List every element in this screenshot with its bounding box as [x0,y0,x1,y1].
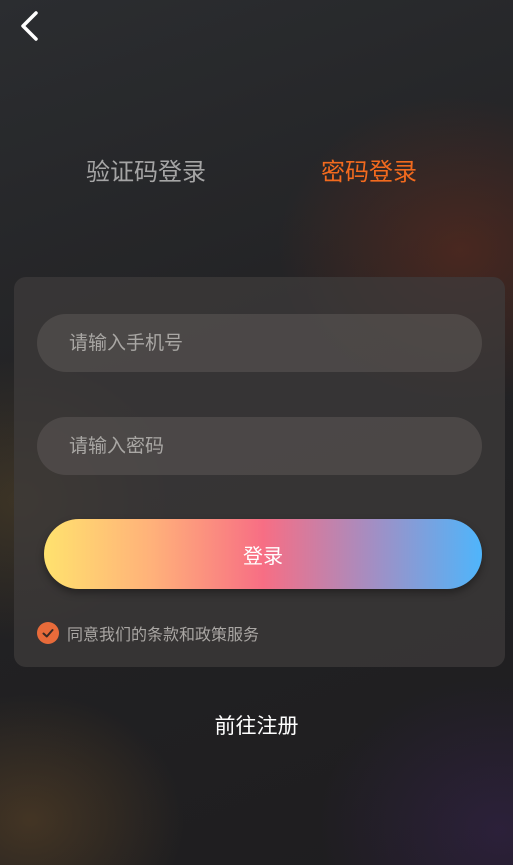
login-tabs: 验证码登录 密码登录 [0,150,513,194]
check-icon [42,629,54,638]
chevron-left-icon [21,11,38,41]
tab-sms-login[interactable]: 验证码登录 [86,150,206,194]
phone-input[interactable] [67,331,482,355]
phone-field[interactable] [37,314,482,372]
agree-checkbox[interactable] [37,622,59,644]
tab-password-login[interactable]: 密码登录 [321,150,417,194]
agree-terms[interactable]: 同意我们的条款和政策服务 [37,621,259,645]
password-input[interactable] [67,434,482,458]
agree-label: 同意我们的条款和政策服务 [67,625,260,644]
register-link[interactable]: 前往注册 [0,710,513,740]
login-button[interactable]: 登录 [44,519,482,589]
back-button[interactable] [10,6,50,46]
password-field[interactable] [37,417,482,475]
login-card: 登录 同意我们的条款和政策服务 [14,277,505,667]
